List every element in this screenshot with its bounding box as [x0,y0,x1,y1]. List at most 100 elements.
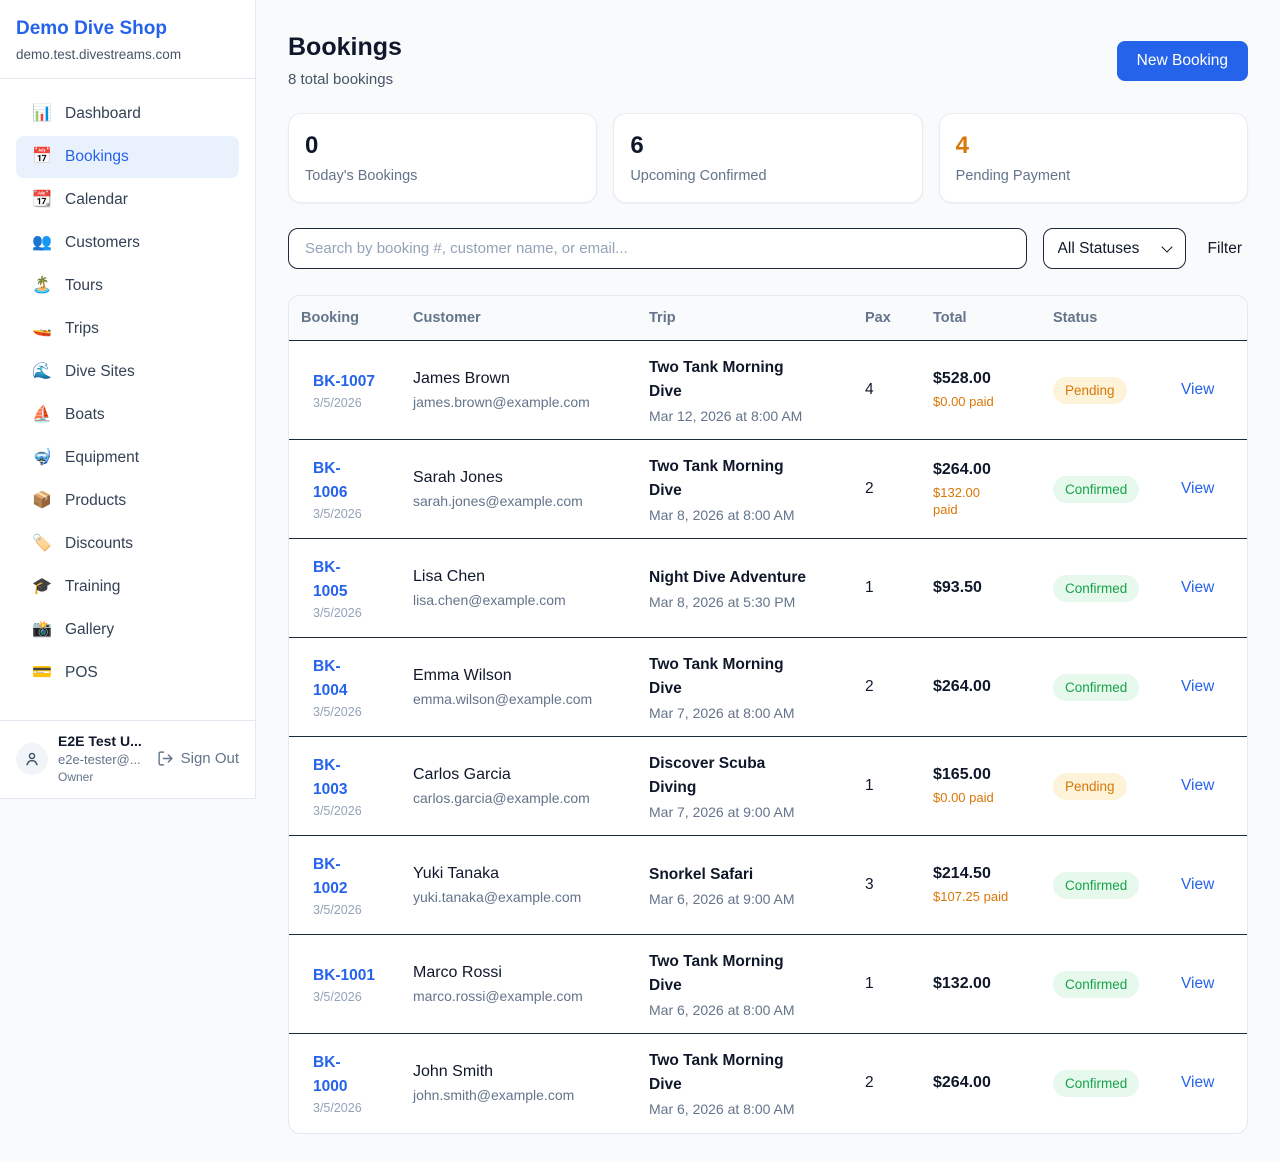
nav-item-label: Customers [65,232,140,254]
view-link[interactable]: View [1181,876,1214,893]
total-amount: $264.00 [933,678,1029,696]
booking-id-link[interactable]: BK- 1006 [313,457,389,505]
search-input[interactable] [288,228,1027,269]
booking-date: 3/5/2026 [313,1101,389,1115]
filter-bar: All Statuses Filter [288,228,1248,269]
booking-date: 3/5/2026 [313,990,389,1004]
view-link[interactable]: View [1181,381,1214,398]
booking-id-link[interactable]: BK- 1003 [313,754,389,802]
view-link[interactable]: View [1181,678,1214,695]
customer-name: John Smith [413,1063,625,1081]
sidebar-item-gallery[interactable]: 📸 Gallery [16,609,239,651]
sidebar-item-trips[interactable]: 🚤 Trips [16,308,239,350]
trip-name: Snorkel Safari [649,863,841,887]
status-filter-select[interactable]: All Statuses [1043,228,1186,269]
nav-item-label: POS [65,662,98,684]
nav-item-label: Bookings [65,146,129,168]
trip-name: Discover Scuba Diving [649,752,841,800]
booking-id-link[interactable]: BK-1001 [313,964,389,988]
view-link[interactable]: View [1181,777,1214,794]
total-amount: $264.00 [933,1074,1029,1092]
stats-row: 0 Today's Bookings 6 Upcoming Confirmed … [288,113,1248,203]
filter-button[interactable]: Filter [1202,240,1248,258]
sidebar-item-customers[interactable]: 👥 Customers [16,222,239,264]
booking-row: BK-1007 3/5/2026 James Brown james.brown… [289,341,1248,440]
sidebar-item-equipment[interactable]: 🤿 Equipment [16,437,239,479]
column-header [1169,296,1248,341]
paid-amount: $0.00 paid [933,393,1029,410]
booking-date: 3/5/2026 [313,606,389,620]
page-header: Bookings 8 total bookings New Booking [288,33,1248,88]
tearoff-calendar-icon: 📆 [32,189,52,211]
total-amount: $165.00 [933,766,1029,784]
paid-amount: $107.25 paid [933,888,1029,905]
pax-count: 1 [865,777,874,794]
nav-item-label: Training [65,576,120,598]
status-badge: Confirmed [1053,476,1139,503]
booking-row: BK- 1003 3/5/2026 Carlos Garcia carlos.g… [289,737,1248,836]
total-amount: $93.50 [933,579,1029,597]
sidebar-item-dive-sites[interactable]: 🌊 Dive Sites [16,351,239,393]
status-badge: Confirmed [1053,1070,1139,1097]
sidebar-item-tours[interactable]: 🏝️ Tours [16,265,239,307]
sidebar-item-discounts[interactable]: 🏷️ Discounts [16,523,239,565]
pax-count: 1 [865,579,874,596]
pax-count: 3 [865,876,874,893]
trip-datetime: Mar 7, 2026 at 8:00 AM [649,705,841,721]
nav-item-label: Dive Sites [65,361,135,383]
nav-item-label: Products [65,490,126,512]
table-header: BookingCustomerTripPaxTotalStatus [289,296,1248,341]
island-icon: 🏝️ [32,275,52,297]
booking-row: BK- 1006 3/5/2026 Sarah Jones sarah.jone… [289,440,1248,539]
trip-name: Two Tank Morning Dive [649,950,841,998]
sidebar-item-dashboard[interactable]: 📊 Dashboard [16,93,239,135]
stat-label: Pending Payment [956,168,1231,184]
main-content: Bookings 8 total bookings New Booking 0 … [256,0,1280,1158]
view-link[interactable]: View [1181,1074,1214,1091]
camera-icon: 📸 [32,619,52,641]
view-link[interactable]: View [1181,975,1214,992]
sidebar-header: Demo Dive Shop demo.test.divestreams.com [0,0,255,79]
booking-id-link[interactable]: BK- 1005 [313,556,389,604]
calendar-icon: 📅 [32,146,52,168]
sidebar-item-training[interactable]: 🎓 Training [16,566,239,608]
sidebar-item-pos[interactable]: 💳 POS [16,652,239,694]
customer-email: yuki.tanaka@example.com [413,889,625,905]
nav-item-label: Tours [65,275,103,297]
column-header: Booking [289,296,401,341]
nav-item-label: Calendar [65,189,128,211]
booking-date: 3/5/2026 [313,507,389,521]
trip-name: Two Tank Morning Dive [649,455,841,503]
status-badge: Pending [1053,377,1127,404]
speedboat-icon: 🚤 [32,318,52,340]
customer-name: James Brown [413,370,625,388]
sign-out-button[interactable]: Sign Out [157,750,239,767]
trip-name: Night Dive Adventure [649,566,841,590]
booking-row: BK-1001 3/5/2026 Marco Rossi marco.rossi… [289,935,1248,1034]
stat-value: 4 [956,131,1231,161]
diving-mask-icon: 🤿 [32,447,52,469]
customer-email: lisa.chen@example.com [413,592,625,608]
sidebar: Demo Dive Shop demo.test.divestreams.com… [0,0,256,799]
customer-email: carlos.garcia@example.com [413,790,625,806]
nav-item-label: Trips [65,318,99,340]
view-link[interactable]: View [1181,480,1214,497]
new-booking-button[interactable]: New Booking [1117,41,1248,81]
sidebar-item-products[interactable]: 📦 Products [16,480,239,522]
pax-count: 2 [865,1074,874,1091]
customer-email: emma.wilson@example.com [413,691,625,707]
customer-name: Lisa Chen [413,568,625,586]
credit-card-icon: 💳 [32,662,52,684]
booking-id-link[interactable]: BK- 1002 [313,853,389,901]
sidebar-item-bookings[interactable]: 📅 Bookings [16,136,239,178]
booking-id-link[interactable]: BK- 1000 [313,1051,389,1099]
pax-count: 2 [865,480,874,497]
booking-id-link[interactable]: BK-1007 [313,370,389,394]
view-link[interactable]: View [1181,579,1214,596]
status-badge: Confirmed [1053,674,1139,701]
sign-out-label: Sign Out [181,750,239,767]
trip-datetime: Mar 6, 2026 at 9:00 AM [649,891,841,907]
booking-id-link[interactable]: BK- 1004 [313,655,389,703]
sidebar-item-calendar[interactable]: 📆 Calendar [16,179,239,221]
sidebar-item-boats[interactable]: ⛵ Boats [16,394,239,436]
